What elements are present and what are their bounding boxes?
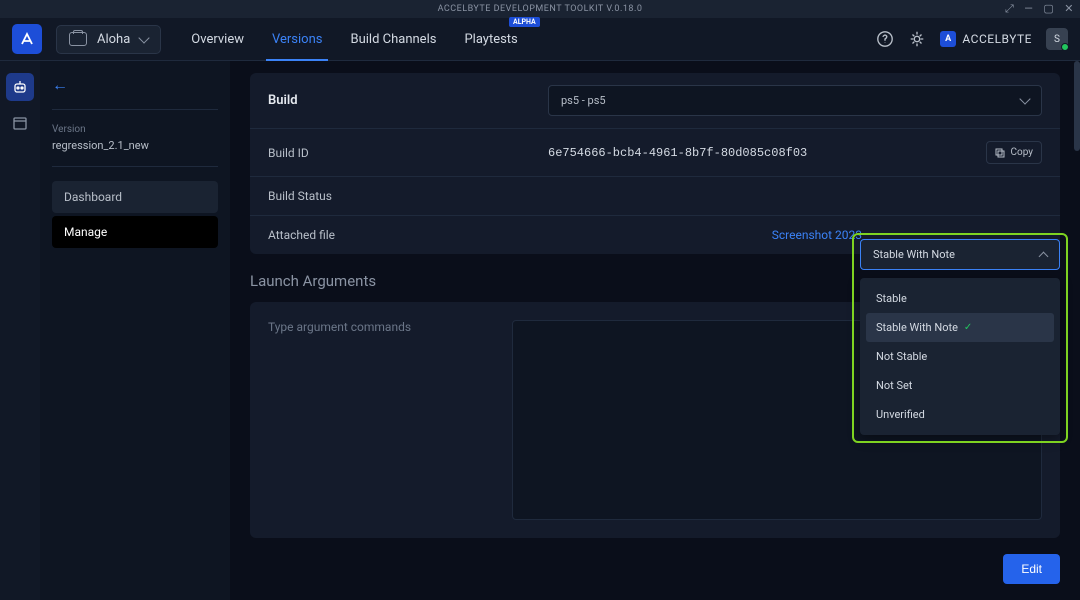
alpha-badge: ALPHA: [509, 17, 540, 27]
copy-button[interactable]: Copy: [986, 141, 1042, 164]
controller-icon: [69, 32, 87, 46]
tab-playtests[interactable]: Playtests ALPHA: [464, 19, 517, 60]
divider: [52, 109, 218, 110]
attached-file-label: Attached file: [268, 228, 548, 242]
edit-button[interactable]: Edit: [1003, 554, 1060, 584]
help-icon[interactable]: [876, 30, 894, 48]
chevron-up-icon: [1039, 251, 1049, 261]
avatar[interactable]: S: [1046, 28, 1068, 50]
build-title: Build: [268, 93, 548, 108]
sidebar-item-manage[interactable]: Manage: [52, 216, 218, 248]
status-select[interactable]: Stable With Note: [860, 239, 1060, 270]
iconbar-robot[interactable]: [6, 73, 34, 101]
sidebar: ← Version regression_2.1_new Dashboard M…: [40, 61, 230, 600]
build-id-row: Build ID 6e754666-bcb4-4961-8b7f-80d085c…: [250, 129, 1060, 177]
attached-file-link[interactable]: Screenshot 2023: [772, 228, 862, 242]
chevron-down-icon: [1019, 93, 1030, 104]
build-id-label: Build ID: [268, 146, 548, 160]
build-status-row: Build Status: [250, 177, 1060, 216]
game-name: Aloha: [97, 32, 130, 47]
app-title: ACCELBYTE DEVELOPMENT TOOLKIT V.0.18.0: [438, 4, 643, 14]
brand: A ACCELBYTE: [940, 31, 1032, 47]
build-row: Build ps5 - ps5: [250, 73, 1060, 129]
app-logo[interactable]: [12, 24, 42, 54]
divider: [52, 166, 218, 167]
titlebar: ACCELBYTE DEVELOPMENT TOOLKIT V.0.18.0 ⤢…: [0, 0, 1080, 18]
status-option-stable[interactable]: Stable: [866, 284, 1054, 313]
window-controls: ⤢ — ▢ ✕: [1005, 2, 1074, 16]
status-option-not-set[interactable]: Not Set: [866, 371, 1054, 400]
back-button[interactable]: ←: [52, 75, 218, 95]
tab-overview[interactable]: Overview: [191, 19, 244, 60]
args-placeholder: Type argument commands: [268, 320, 498, 520]
build-status-label: Build Status: [268, 189, 548, 203]
brand-logo-icon: A: [940, 31, 956, 47]
main: ← Version regression_2.1_new Dashboard M…: [0, 61, 1080, 600]
build-card: Build ps5 - ps5 Build ID 6e754666-bcb4-4…: [250, 73, 1060, 254]
topbar-right: A ACCELBYTE S: [876, 28, 1068, 50]
sidebar-item-dashboard[interactable]: Dashboard: [52, 181, 218, 213]
status-menu: Stable Stable With Note ✓ Not Stable Not…: [860, 278, 1060, 435]
status-option-stable-note[interactable]: Stable With Note ✓: [866, 313, 1054, 342]
topbar: Aloha Overview Versions Build Channels P…: [0, 18, 1080, 61]
iconbar: [0, 61, 40, 600]
build-id-value: 6e754666-bcb4-4961-8b7f-80d085c08f03: [548, 146, 986, 160]
check-icon: ✓: [964, 322, 972, 333]
platform-select[interactable]: ps5 - ps5: [548, 85, 1042, 116]
version-label: Version: [52, 124, 218, 135]
maximize-icon[interactable]: ▢: [1043, 2, 1054, 16]
content: Build ps5 - ps5 Build ID 6e754666-bcb4-4…: [230, 61, 1080, 600]
game-selector[interactable]: Aloha: [56, 25, 161, 54]
status-option-unverified[interactable]: Unverified: [866, 400, 1054, 429]
chevron-down-icon: [139, 32, 150, 43]
version-value: regression_2.1_new: [52, 139, 218, 152]
minimize-icon[interactable]: —: [1024, 2, 1033, 16]
tab-versions[interactable]: Versions: [272, 19, 322, 60]
gear-icon[interactable]: [908, 30, 926, 48]
tab-build-channels[interactable]: Build Channels: [350, 19, 436, 60]
nav-tabs: Overview Versions Build Channels Playtes…: [191, 19, 517, 60]
collapse-icon[interactable]: ⤢: [1005, 2, 1014, 16]
iconbar-calendar[interactable]: [6, 109, 34, 137]
status-option-not-stable[interactable]: Not Stable: [866, 342, 1054, 371]
status-dropdown: Stable With Note Stable Stable With Note…: [860, 239, 1060, 435]
close-icon[interactable]: ✕: [1064, 2, 1074, 16]
scrollbar[interactable]: [1074, 61, 1080, 151]
